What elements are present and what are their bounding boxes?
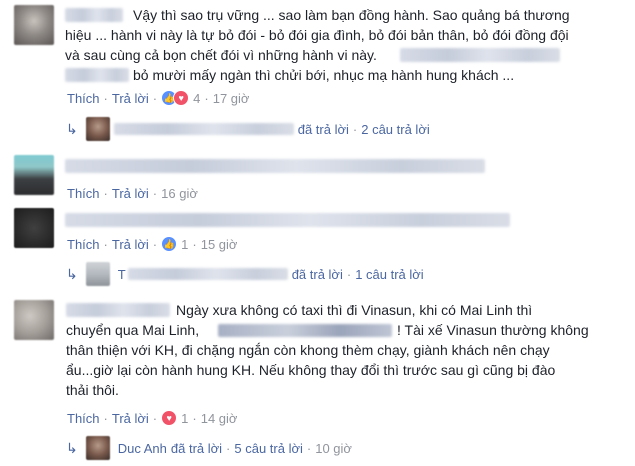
separator: · <box>152 236 158 252</box>
redacted-comment-text <box>65 213 510 227</box>
comment-timestamp[interactable]: 16 giờ <box>161 186 198 201</box>
comment-text-line: ! Tài xế Vinasun thường không <box>397 322 589 338</box>
commenter-avatar[interactable] <box>14 155 54 195</box>
redacted-text <box>218 324 392 337</box>
separator: · <box>103 185 108 201</box>
reply-timestamp[interactable]: 10 giờ <box>315 441 352 456</box>
reaction-count[interactable]: 1 <box>181 237 188 252</box>
redacted-comment-text <box>65 159 485 173</box>
like-button[interactable]: Thích <box>67 411 100 426</box>
like-button[interactable]: Thích <box>67 237 100 252</box>
comment-timestamp[interactable]: 14 giờ <box>201 411 238 426</box>
separator: · <box>152 90 158 106</box>
reply-button[interactable]: Trả lời <box>112 91 149 106</box>
separator: · <box>103 90 108 106</box>
comment-text-line: bỏ mười mấy ngàn thì chửi bới, nhục mạ h… <box>133 67 515 83</box>
like-button[interactable]: Thích <box>67 91 100 106</box>
reply-count[interactable]: 2 câu trả lời <box>361 122 430 137</box>
reply-arrow-icon: ↳ <box>66 439 78 456</box>
replier-name-blurred[interactable] <box>127 268 288 280</box>
comment-text-line: chuyển qua Mai Linh, <box>66 322 200 338</box>
commenter-avatar[interactable] <box>14 208 54 248</box>
comment-actions: Thích · Trả lời · 👍 1 · 15 giờ <box>67 235 237 253</box>
separator: · <box>152 410 158 426</box>
separator: · <box>204 90 209 106</box>
comment-text-line: và sau cùng cả bọn chết đói vì những hàn… <box>65 47 377 63</box>
like-button[interactable]: Thích <box>67 186 100 201</box>
like-reaction-icon[interactable]: 👍 <box>161 236 178 252</box>
comment-timestamp[interactable]: 17 giờ <box>213 91 250 106</box>
reaction-count[interactable]: 1 <box>181 411 188 426</box>
comment-timestamp[interactable]: 15 giờ <box>201 237 238 252</box>
comment-text-line: Ngày xưa không có taxi thì đi Vinasun, k… <box>176 302 533 318</box>
reply-summary[interactable]: ↳ T đã trả lời · 1 câu trả lời <box>66 262 424 286</box>
comment-text-line: ẩu...giờ lại còn hành hung KH. Nếu không… <box>66 362 556 378</box>
replier-name[interactable]: Duc Anh <box>118 441 167 456</box>
reply-button[interactable]: Trả lời <box>112 411 149 426</box>
replier-avatar[interactable] <box>85 262 110 286</box>
comment-text-line: hiệu ... hành vi này là tự bỏ đói - bỏ đ… <box>65 27 569 43</box>
separator: · <box>226 440 231 456</box>
comment-actions: Thích · Trả lời · 👍 ♥ 4 · 17 giờ <box>67 89 249 107</box>
replier-avatar[interactable] <box>85 117 110 141</box>
replied-label[interactable]: đã trả lời <box>298 122 349 137</box>
commenter-avatar[interactable] <box>14 300 54 340</box>
commenter-name-blurred[interactable] <box>65 8 123 22</box>
redacted-text <box>65 68 129 82</box>
separator: · <box>346 266 352 282</box>
reply-button[interactable]: Trả lời <box>112 186 149 201</box>
love-reaction-icon[interactable]: ♥ <box>161 410 178 426</box>
commenter-avatar[interactable] <box>14 5 54 45</box>
reply-arrow-icon: ↳ <box>66 120 78 137</box>
reply-count[interactable]: 5 câu trả lời <box>234 441 303 456</box>
reply-summary[interactable]: ↳ Duc Anh đã trả lời · 5 câu trả lời · 1… <box>66 436 352 460</box>
comment-text-line: Vậy thì sao trụ vững ... sao làm bạn đồn… <box>133 7 570 23</box>
replier-name-initial[interactable]: T <box>118 267 126 282</box>
commenter-name-blurred[interactable] <box>66 303 170 317</box>
redacted-text <box>400 48 560 62</box>
separator: · <box>192 410 197 426</box>
separator: · <box>192 236 197 252</box>
love-reaction-icon[interactable]: ♥ <box>173 90 190 106</box>
comment-actions: Thích · Trả lời · ♥ 1 · 14 giờ <box>67 409 237 427</box>
replier-avatar[interactable] <box>85 436 110 460</box>
comment-text-line: thân thiện với KH, đi chặng ngắn còn kho… <box>66 342 550 358</box>
reaction-count[interactable]: 4 <box>193 91 200 106</box>
replied-label[interactable]: đã trả lời <box>171 441 222 456</box>
separator: · <box>352 121 358 137</box>
separator: · <box>152 185 158 201</box>
separator: · <box>103 410 108 426</box>
comment-actions: Thích · Trả lời · 16 giờ <box>67 184 198 202</box>
replier-name-blurred[interactable] <box>113 123 294 135</box>
separator: · <box>306 440 312 456</box>
reply-summary[interactable]: ↳ đã trả lời · 2 câu trả lời <box>66 117 430 141</box>
replied-label[interactable]: đã trả lời <box>292 267 343 282</box>
reply-arrow-icon: ↳ <box>66 265 78 282</box>
reply-button[interactable]: Trả lời <box>112 237 149 252</box>
separator: · <box>103 236 108 252</box>
comment-text-line: thải thôi. <box>66 382 119 398</box>
reply-count[interactable]: 1 câu trả lời <box>355 267 424 282</box>
